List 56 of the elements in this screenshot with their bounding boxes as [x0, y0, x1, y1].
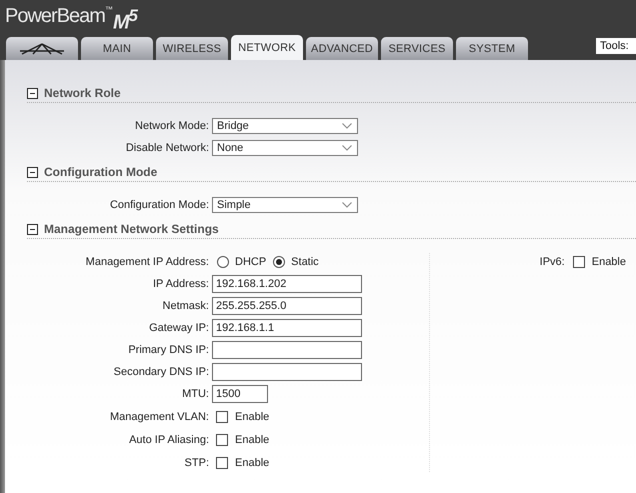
input-field[interactable]	[212, 363, 362, 381]
section-title: Configuration Mode	[44, 165, 158, 179]
field-label: Primary DNS IP:	[127, 344, 210, 356]
field-label: Network Mode:	[134, 120, 210, 132]
field-label: Management VLAN:	[108, 411, 210, 423]
input-field[interactable]: 192.168.1.202	[212, 275, 362, 293]
chevron-down-icon	[342, 145, 352, 151]
collapse-icon[interactable]	[27, 224, 38, 234]
nav-tab[interactable]: SERVICES	[381, 37, 453, 60]
checkbox[interactable]	[216, 457, 228, 469]
field-label: Netmask:	[162, 300, 210, 312]
checkbox-label: Enable	[235, 434, 270, 446]
input-field[interactable]: 255.255.255.0	[212, 297, 362, 315]
checkbox[interactable]	[572, 256, 585, 268]
field-label: Gateway IP:	[148, 322, 210, 334]
input-field[interactable]: 192.168.1.1	[212, 319, 362, 337]
input-field[interactable]: 1500	[212, 385, 268, 403]
field-label: MTU:	[181, 388, 210, 400]
collapse-icon[interactable]	[27, 88, 38, 98]
logo-tab[interactable]	[6, 37, 78, 60]
field-label: Management IP Address:	[84, 256, 210, 268]
radio-button[interactable]	[217, 256, 229, 268]
trademark-sign: ™	[104, 5, 113, 14]
tools-dropdown[interactable]: Tools:	[596, 38, 636, 54]
field-label: Auto IP Aliasing:	[128, 434, 210, 446]
field-label: IP Address:	[152, 278, 210, 290]
chevron-down-icon	[342, 123, 352, 129]
nav-tab[interactable]: NETWORK	[231, 35, 303, 60]
collapse-icon[interactable]	[27, 166, 38, 178]
nav-tab[interactable]: MAIN	[81, 37, 153, 60]
section-title: Management Network Settings	[44, 222, 219, 236]
checkbox-label: Enable	[235, 411, 270, 423]
dropdown-field[interactable]: None	[212, 140, 358, 156]
antenna-logo-icon	[19, 42, 65, 56]
field-label: STP:	[184, 457, 210, 469]
dropdown-field[interactable]: Simple	[212, 197, 358, 213]
radio-label: DHCP	[235, 256, 266, 268]
radio-button[interactable]	[273, 256, 286, 268]
product-name: PowerBeam	[5, 5, 105, 27]
checkbox[interactable]	[216, 411, 228, 423]
checkbox[interactable]	[216, 434, 228, 446]
input-field[interactable]	[212, 341, 362, 359]
chevron-down-icon	[342, 202, 352, 208]
dropdown-field[interactable]: Bridge	[212, 118, 358, 134]
radio-label: Static	[291, 256, 319, 268]
field-label: Disable Network:	[124, 142, 210, 154]
field-label: Configuration Mode:	[108, 199, 210, 211]
checkbox-label: Enable	[235, 457, 270, 469]
nav-tab[interactable]: SYSTEM	[456, 37, 528, 60]
field-label: IPv6:	[540, 256, 565, 268]
checkbox-label: Enable	[592, 256, 626, 268]
section-title: Network Role	[44, 86, 121, 100]
nav-tab[interactable]: WIRELESS	[156, 37, 228, 60]
field-label: Secondary DNS IP:	[112, 366, 210, 378]
nav-tab[interactable]: ADVANCED	[306, 37, 378, 60]
model-name: M$^{5}$	[112, 5, 137, 34]
